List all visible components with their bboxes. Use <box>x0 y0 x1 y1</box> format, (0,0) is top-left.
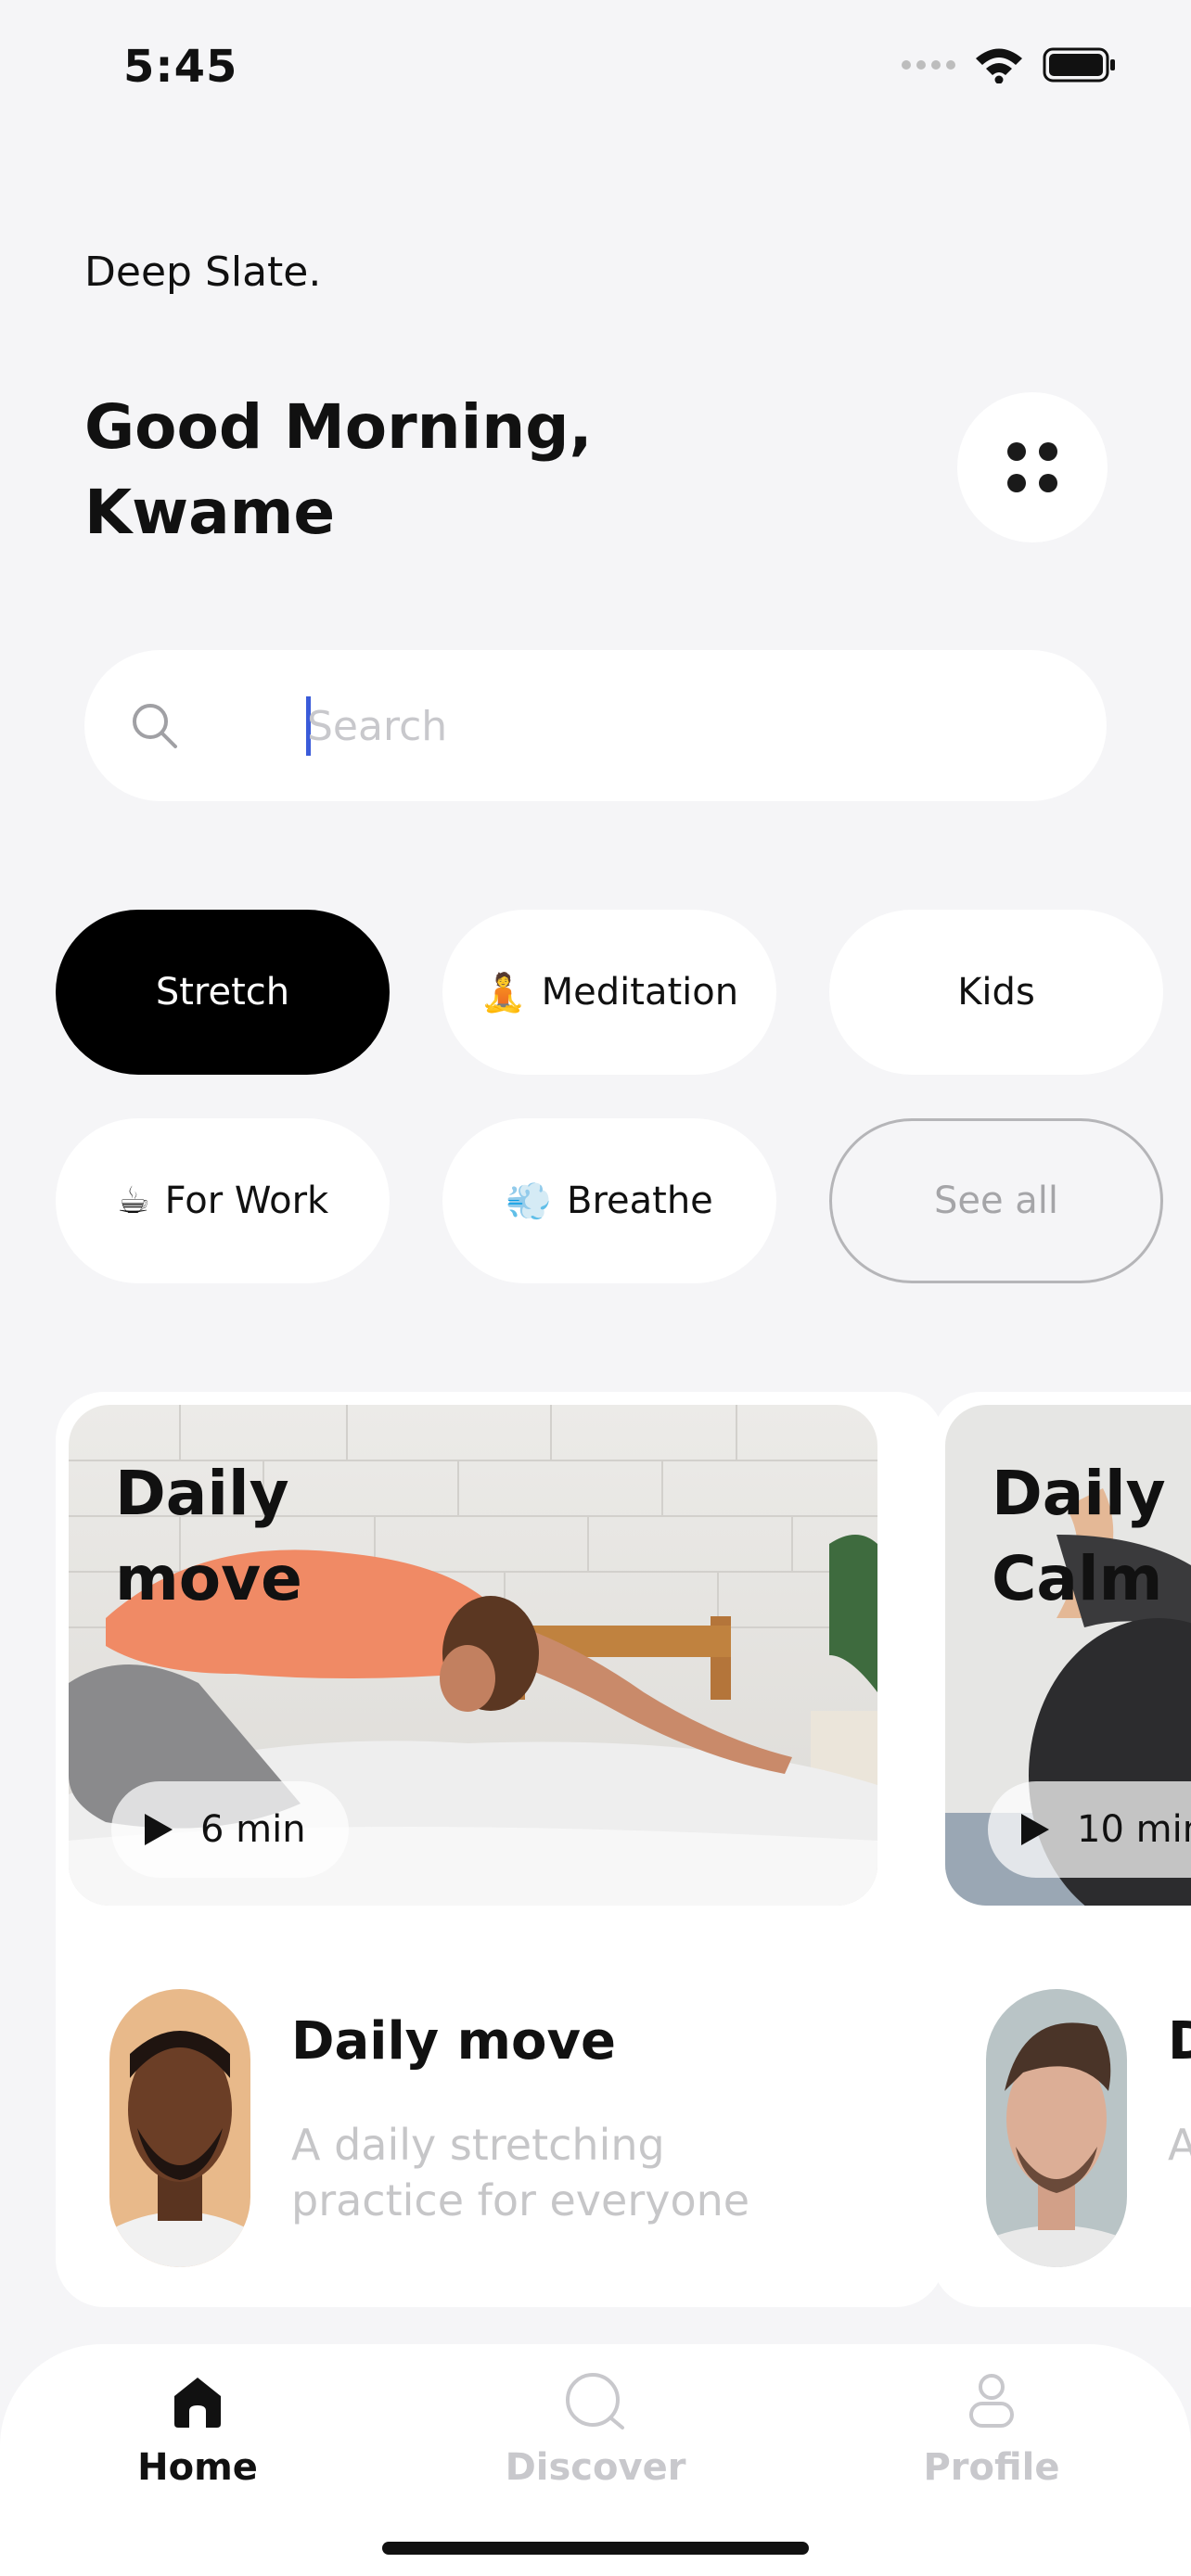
see-all-button[interactable]: See all <box>829 1118 1163 1283</box>
session-card[interactable]: Daily move 6 min Daily move A daily stre… <box>56 1392 944 2307</box>
coffee-icon: ☕ <box>116 1180 150 1222</box>
play-icon <box>145 1814 173 1845</box>
chip-breathe[interactable]: 💨 Breathe <box>442 1118 776 1283</box>
tab-label: Home <box>137 2446 258 2489</box>
card-image-title: Daily Calm <box>992 1451 1191 1622</box>
tab-home[interactable]: Home <box>86 2372 309 2489</box>
card-description: A daily stretching practice for everyone <box>291 2120 750 2225</box>
search-input[interactable] <box>307 687 1068 765</box>
card-image-title-line2: Calm <box>992 1543 1163 1614</box>
tab-label: Discover <box>505 2446 686 2489</box>
user-icon <box>969 2374 1014 2428</box>
home-screen: 5:45 Deep Slate. Good Morning, Kwame Sea… <box>0 0 1191 2576</box>
session-card[interactable]: Daily Calm 10 min D A p <box>932 1392 1191 2307</box>
tab-label: Profile <box>923 2446 1060 2489</box>
wind-icon: 💨 <box>506 1180 553 1223</box>
home-icon <box>174 2378 221 2428</box>
chip-label: Breathe <box>567 1180 713 1222</box>
search-icon <box>129 700 181 756</box>
card-image-title-line1: Daily <box>115 1458 289 1529</box>
battery-icon <box>1043 47 1115 83</box>
greeting-line-1: Good Morning, <box>84 391 593 463</box>
chip-label: Kids <box>957 971 1035 1014</box>
card-title: Daily move <box>291 2011 616 2072</box>
tab-profile[interactable]: Profile <box>880 2372 1103 2489</box>
duration-label: 6 min <box>200 1808 306 1851</box>
home-indicator[interactable] <box>382 2542 809 2555</box>
menu-dot-icon <box>1007 442 1026 461</box>
chip-label: Stretch <box>155 971 290 1014</box>
chip-stretch[interactable]: Stretch <box>56 910 390 1075</box>
card-image: Daily move 6 min <box>69 1405 877 1906</box>
chip-for-work[interactable]: ☕ For Work <box>56 1118 390 1283</box>
instructor-avatar <box>109 1989 250 2267</box>
meditation-icon: 🧘 <box>480 971 527 1014</box>
duration-label: 10 min <box>1077 1808 1191 1851</box>
menu-dot-icon <box>1007 474 1026 492</box>
menu-dot-icon <box>1039 442 1057 461</box>
chip-meditation[interactable]: 🧘 Meditation <box>442 910 776 1075</box>
instructor-avatar <box>986 1989 1127 2267</box>
signal-icon <box>902 60 955 70</box>
wifi-icon <box>976 48 1022 83</box>
search-bar[interactable] <box>84 650 1107 801</box>
greeting-user-name: Kwame <box>84 477 336 548</box>
greeting-heading: Good Morning, Kwame <box>84 385 593 555</box>
chip-kids[interactable]: Kids <box>829 910 1163 1075</box>
card-title: D <box>1168 2011 1191 2072</box>
play-duration-button[interactable]: 6 min <box>111 1781 349 1878</box>
chip-label: For Work <box>164 1180 329 1222</box>
card-image-title-line2: move <box>115 1543 302 1614</box>
card-image-title: Daily move <box>115 1451 523 1622</box>
status-icons <box>902 46 1117 83</box>
search-icon <box>566 2373 624 2429</box>
card-image-title-line1: Daily <box>992 1458 1166 1529</box>
card-description: A p <box>1168 2120 1191 2170</box>
menu-dot-icon <box>1039 474 1057 492</box>
see-all-label: See all <box>933 1180 1059 1222</box>
status-time: 5:45 <box>123 41 238 93</box>
tab-discover[interactable]: Discover <box>484 2372 707 2489</box>
card-image: Daily Calm 10 min <box>945 1405 1191 1906</box>
chip-label: Meditation <box>541 971 739 1014</box>
play-icon <box>1021 1814 1049 1845</box>
menu-button[interactable] <box>957 392 1108 542</box>
play-duration-button[interactable]: 10 min <box>988 1781 1191 1878</box>
brand-name: Deep Slate. <box>84 249 322 296</box>
